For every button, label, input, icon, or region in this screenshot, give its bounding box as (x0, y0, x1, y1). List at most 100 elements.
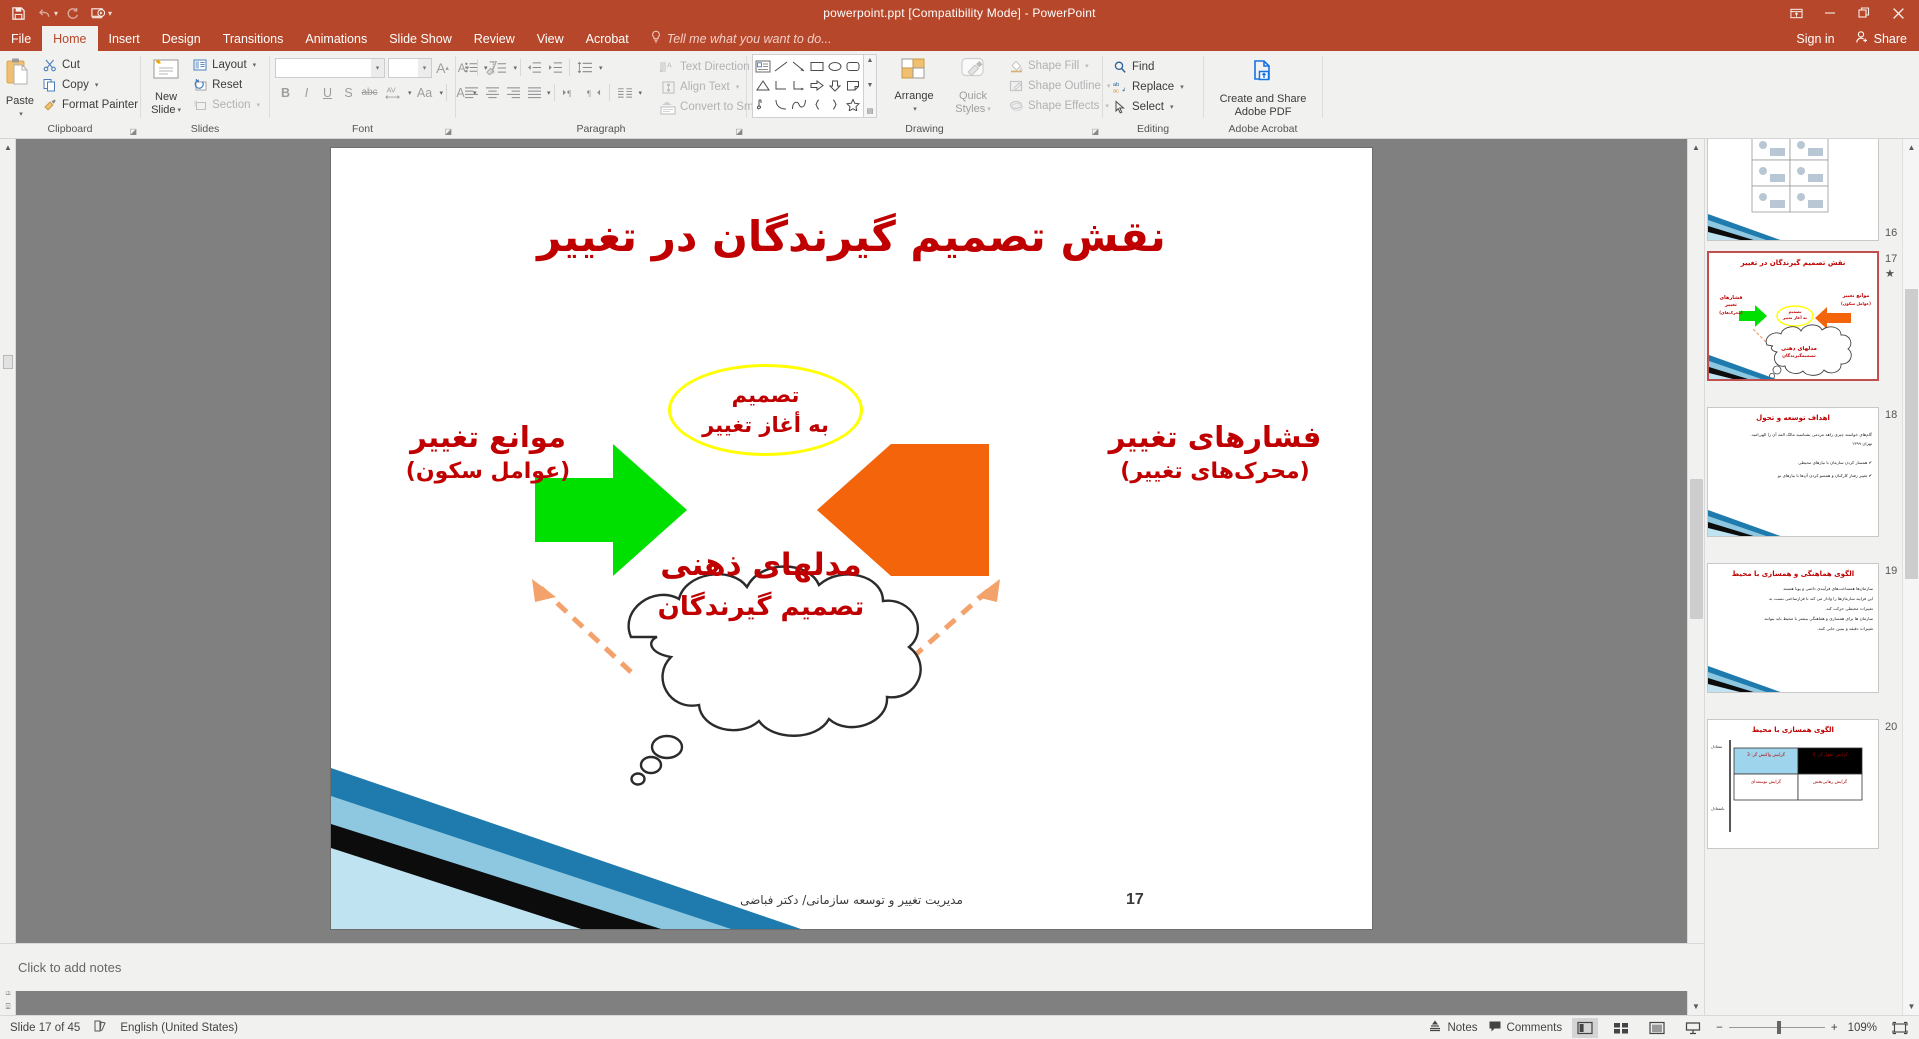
find-button[interactable]: Find (1108, 57, 1188, 77)
select-button[interactable]: Select ▾ (1108, 97, 1188, 117)
font-name-input[interactable]: ▾ (275, 57, 385, 78)
tab-transitions[interactable]: Transitions (212, 26, 295, 51)
arrange-caret[interactable]: ▾ (913, 103, 917, 116)
reading-view-button[interactable] (1644, 1018, 1670, 1038)
pressures-of-change-label[interactable]: فشارهای تغییر (محرک‌های تغییر) (1080, 418, 1350, 488)
zoom-out-button[interactable]: − (1716, 1022, 1723, 1034)
justify-button[interactable] (524, 82, 545, 103)
columns-button[interactable] (613, 82, 637, 103)
star-shape-icon[interactable] (845, 95, 862, 113)
layout-caret[interactable]: ▾ (253, 61, 257, 69)
rail-next-slide-icon[interactable]: ⍗ (3, 1001, 13, 1013)
scroll-up-icon[interactable]: ▲ (1688, 139, 1705, 156)
thumbnail-18[interactable]: اهداف توسعه و تحول گام‌های خواسته چیزی ر… (1707, 407, 1897, 537)
down-arrow-shape-icon[interactable] (827, 76, 844, 94)
curve-shape-icon[interactable] (772, 95, 789, 113)
character-spacing-button[interactable]: AV (380, 82, 406, 103)
notes-toggle-button[interactable]: Notes (1428, 1019, 1478, 1036)
tab-view[interactable]: View (526, 26, 575, 51)
ltr-text-direction-button[interactable]: ¶ (558, 82, 582, 103)
font-dialog-launcher[interactable]: ◪ (444, 127, 452, 136)
close-button[interactable] (1881, 0, 1915, 26)
arrow-shape-icon[interactable] (790, 57, 807, 75)
underline-button[interactable]: U (317, 82, 338, 103)
shape-outline-button[interactable]: Shape Outline ▾ (1004, 76, 1114, 96)
tab-insert[interactable]: Insert (98, 26, 151, 51)
strikethrough-button[interactable]: abc (359, 82, 380, 103)
textbox-shape-icon[interactable] (754, 57, 771, 75)
clipboard-dialog-launcher[interactable]: ◪ (129, 127, 137, 136)
tab-animations[interactable]: Animations (294, 26, 378, 51)
thumb-scroll-up-icon[interactable]: ▲ (1903, 139, 1919, 156)
arrange-button[interactable]: Arrange ▾ (885, 54, 943, 118)
italic-button[interactable]: I (296, 82, 317, 103)
scribble-shape-icon[interactable] (754, 95, 771, 113)
quick-styles-caret[interactable]: ▾ (987, 103, 991, 116)
paste-button[interactable]: Paste ▾ (5, 55, 35, 121)
redo-icon[interactable] (60, 2, 84, 24)
slide-show-view-button[interactable] (1680, 1018, 1706, 1038)
increase-indent-button[interactable] (545, 57, 566, 78)
columns-caret[interactable]: ▾ (639, 89, 643, 97)
create-and-share-adobe-pdf-button[interactable]: Create and Share Adobe PDF (1209, 57, 1317, 119)
triangle-shape-icon[interactable] (754, 76, 771, 94)
tab-acrobat[interactable]: Acrobat (575, 26, 640, 51)
slide-sorter-view-button[interactable] (1608, 1018, 1634, 1038)
normal-view-button[interactable] (1572, 1017, 1599, 1038)
change-case-button[interactable]: Aa (412, 82, 438, 103)
slide-canvas[interactable]: نقش تصمیم گیرندگان در تغییر تصمیم به أغا… (331, 148, 1372, 929)
shape-effects-button[interactable]: Shape Effects ▾ (1004, 96, 1114, 116)
tab-file[interactable]: File (0, 26, 42, 51)
comments-button[interactable]: Comments (1488, 1019, 1562, 1036)
restore-button[interactable] (1847, 0, 1881, 26)
scroll-thumb[interactable] (1690, 479, 1703, 619)
left-scroll-rail[interactable]: ▲ ▼ ⍐ ⍗ (0, 139, 16, 1015)
font-size-caret[interactable]: ▾ (418, 58, 431, 77)
align-center-button[interactable] (482, 82, 503, 103)
rail-scroll-thumb[interactable] (3, 355, 13, 369)
shapes-gallery[interactable] (752, 54, 864, 118)
share-button[interactable]: Share (1847, 30, 1919, 47)
section-button[interactable]: Section ▾ (188, 95, 264, 115)
thumbnail-16[interactable]: 16 (1707, 139, 1897, 241)
replace-caret[interactable]: ▾ (1180, 83, 1184, 91)
cut-button[interactable]: Cut (38, 55, 142, 75)
replace-button[interactable]: ab ac ↲ Replace ▾ (1108, 77, 1188, 97)
tell-me-box[interactable]: Tell me what you want to do... (640, 26, 842, 51)
tab-slide-show[interactable]: Slide Show (378, 26, 463, 51)
text-shadow-button[interactable]: S (338, 82, 359, 103)
slide-vertical-scrollbar[interactable]: ▲ ▼ (1687, 139, 1704, 1015)
copy-button[interactable]: Copy ▾ (38, 75, 142, 95)
reset-button[interactable]: Reset (188, 75, 264, 95)
bullets-button[interactable] (461, 57, 482, 78)
format-painter-button[interactable]: Format Painter (38, 95, 142, 115)
bold-button[interactable]: B (275, 82, 296, 103)
thumbnail-19[interactable]: الگوی هماهنگی و همسازی با محیط سازمان‌ها… (1707, 563, 1897, 693)
align-right-button[interactable] (503, 82, 524, 103)
fit-slide-to-window-button[interactable] (1887, 1018, 1913, 1038)
numbering-caret[interactable]: ▾ (514, 64, 518, 72)
shape-fill-button[interactable]: Shape Fill ▾ (1004, 56, 1114, 76)
thumb-scroll-thumb[interactable] (1905, 289, 1918, 579)
zoom-in-button[interactable]: + (1831, 1022, 1838, 1034)
scroll-down-icon[interactable]: ▼ (1688, 998, 1705, 1015)
section-caret[interactable]: ▾ (256, 101, 260, 109)
copy-caret[interactable]: ▾ (95, 81, 99, 89)
language-indicator[interactable]: English (United States) (120, 1022, 238, 1034)
undo-dropdown-caret[interactable]: ▾ (54, 9, 58, 18)
left-brace-shape-icon[interactable] (809, 95, 826, 113)
line-shape-icon[interactable] (772, 57, 789, 75)
new-slide-button[interactable]: New Slide ▾ (146, 55, 186, 117)
tab-review[interactable]: Review (463, 26, 526, 51)
spell-check-icon[interactable] (93, 1019, 107, 1036)
font-name-caret[interactable]: ▾ (371, 58, 384, 77)
decision-ellipse[interactable]: تصمیم به أغاز تغییر (668, 364, 863, 456)
right-brace-shape-icon[interactable] (827, 95, 844, 113)
gallery-more-icon[interactable]: ▤ (867, 107, 874, 115)
change-case-caret[interactable]: ▾ (440, 89, 444, 97)
line-spacing-button[interactable] (573, 57, 597, 78)
start-slideshow-icon[interactable] (86, 2, 110, 24)
thumbnail-17[interactable]: نقش تصمیم گیرندگان در تغییر فشارهای تغیی… (1707, 251, 1897, 381)
rtl-text-direction-button[interactable]: ¶ (582, 82, 606, 103)
zoom-level-label[interactable]: 109% (1848, 1022, 1877, 1034)
